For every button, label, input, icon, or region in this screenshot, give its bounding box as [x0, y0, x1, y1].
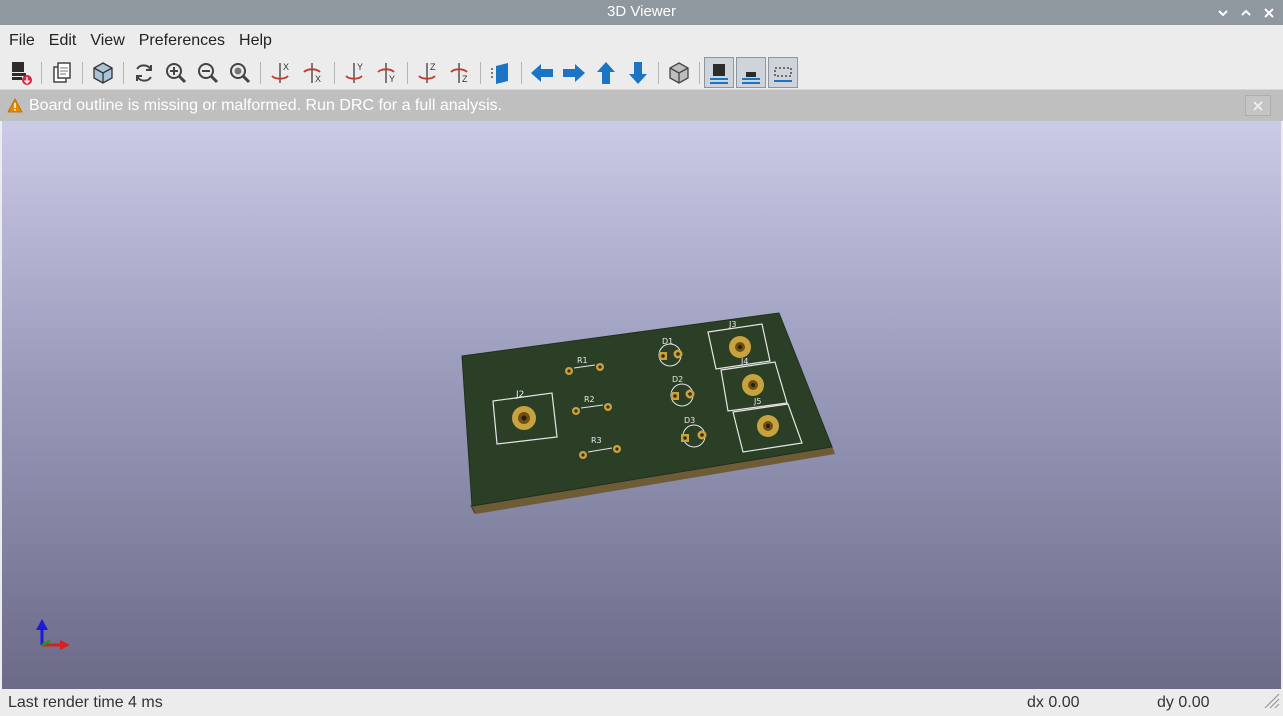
cube-icon [669, 62, 689, 84]
rotate-y-ccw-button[interactable]: Y [372, 58, 402, 88]
rotate-z-ccw-button[interactable]: Z [445, 58, 475, 88]
dy-readout: dy 0.00 [1157, 694, 1210, 711]
zoom-in-button[interactable] [161, 58, 191, 88]
menu-view[interactable]: View [83, 25, 131, 56]
window-title: 3D Viewer [607, 3, 676, 20]
title-bar: 3D Viewer [0, 0, 1283, 25]
menu-bar: File Edit View Preferences Help [0, 25, 1283, 56]
status-bar: Last render time 4 ms dx 0.00 dy 0.00 [0, 689, 1283, 716]
chevron-up-icon [1241, 9, 1251, 16]
ortho-view-button[interactable] [664, 58, 694, 88]
menu-help[interactable]: Help [232, 25, 279, 56]
rotate-y-cw-button[interactable]: Y [340, 58, 370, 88]
arrow-right-icon [563, 64, 585, 82]
d3-label: D3 [684, 416, 695, 425]
j5-label: J5 [753, 397, 761, 406]
svg-text:Y: Y [357, 62, 363, 72]
rotate-x-ccw-button[interactable]: X [298, 58, 328, 88]
render-options-icon [93, 62, 113, 84]
rotate-z-cw-icon: Z [418, 62, 436, 83]
close-button[interactable] [1261, 5, 1277, 21]
rotate-x-cw-icon: X [271, 62, 289, 83]
d1-label: D1 [662, 337, 673, 346]
rotate-x-ccw-icon: X [303, 63, 321, 84]
rotate-z-cw-button[interactable]: Z [413, 58, 443, 88]
toolbar: X X Y Y Z Z [0, 56, 1283, 90]
svg-text:Z: Z [430, 62, 436, 72]
arrow-left-icon [531, 64, 553, 82]
render-options-button[interactable] [88, 58, 118, 88]
close-icon [1264, 7, 1274, 18]
infobar-close-button[interactable] [1245, 95, 1271, 116]
menu-file[interactable]: File [2, 25, 42, 56]
svg-text:Z: Z [462, 74, 468, 84]
j4-label: J4 [740, 357, 748, 366]
dx-readout: dx 0.00 [1027, 694, 1080, 711]
menu-edit[interactable]: Edit [42, 25, 84, 56]
warning-infobar: Board outline is missing or malformed. R… [0, 90, 1283, 121]
reload-button[interactable] [129, 58, 159, 88]
axis-gizmo [36, 619, 70, 650]
rotate-x-cw-button[interactable]: X [266, 58, 296, 88]
resize-grip-icon[interactable] [1260, 689, 1280, 714]
copy-button[interactable] [47, 58, 77, 88]
j2-label: J2 [515, 390, 524, 400]
bounding-box-icon [774, 66, 792, 82]
arrow-up-icon [597, 62, 615, 84]
warning-message: Board outline is missing or malformed. R… [29, 96, 503, 114]
pan-up-button[interactable] [591, 58, 621, 88]
export-button[interactable] [6, 58, 36, 88]
rotate-y-cw-icon: Y [345, 62, 363, 83]
svg-text:X: X [315, 74, 321, 84]
minimize-button[interactable] [1215, 5, 1231, 21]
arrow-down-icon [629, 62, 647, 84]
layers-view-icon [710, 63, 728, 84]
board-view-button[interactable] [736, 57, 766, 88]
flip-board-button[interactable] [486, 58, 516, 88]
warning-icon [7, 98, 23, 113]
chevron-down-icon [1218, 9, 1228, 16]
flip-board-icon [491, 63, 508, 84]
j3-label: J3 [728, 320, 736, 329]
export-icon [12, 62, 32, 85]
menu-preferences[interactable]: Preferences [132, 25, 232, 56]
zoom-fit-icon [230, 63, 251, 84]
pan-left-button[interactable] [527, 58, 557, 88]
copy-icon [53, 62, 71, 83]
svg-text:X: X [283, 62, 289, 72]
viewer-window: 3D Viewer File Edit View Preferences Hel… [0, 0, 1283, 716]
render-time-text: Last render time 4 ms [8, 694, 163, 711]
zoom-out-button[interactable] [193, 58, 223, 88]
bounding-box-button[interactable] [768, 57, 798, 88]
maximize-button[interactable] [1238, 5, 1254, 21]
pan-down-button[interactable] [623, 58, 653, 88]
rotate-z-ccw-icon: Z [450, 63, 468, 84]
zoom-out-icon [198, 63, 219, 84]
reload-icon [136, 64, 152, 82]
r2-label: R2 [584, 395, 595, 404]
r1-label: R1 [577, 356, 588, 365]
layers-view-button[interactable] [704, 57, 734, 88]
svg-text:Y: Y [389, 74, 395, 84]
d2-label: D2 [672, 375, 683, 384]
pan-right-button[interactable] [559, 58, 589, 88]
zoom-in-icon [166, 63, 187, 84]
board-render: J2 R1 R2 R3 D1 D2 D3 J3 J4 J5 [36, 312, 835, 650]
zoom-fit-button[interactable] [225, 58, 255, 88]
board-view-icon [742, 71, 760, 84]
r3-label: R3 [591, 436, 602, 445]
close-icon [1253, 100, 1263, 111]
rotate-y-ccw-icon: Y [377, 63, 395, 84]
3d-viewport[interactable]: J2 R1 R2 R3 D1 D2 D3 J3 J4 J5 [2, 121, 1281, 689]
